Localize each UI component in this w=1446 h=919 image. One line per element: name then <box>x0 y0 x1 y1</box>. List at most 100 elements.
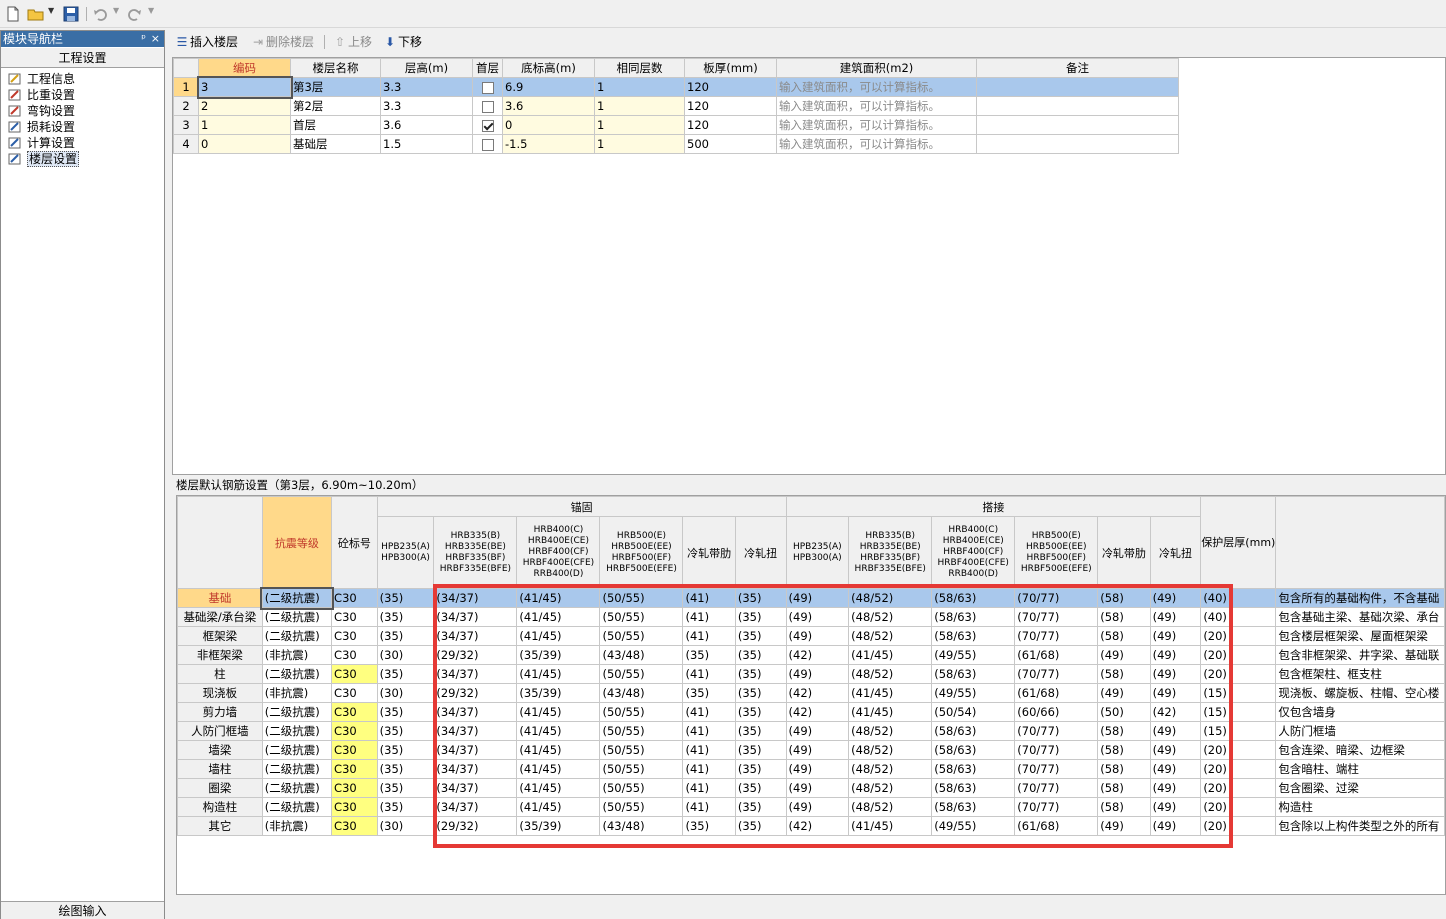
floor-cell-height[interactable]: 1.5 <box>380 134 473 154</box>
floor-cell-thick[interactable]: 120 <box>684 96 777 116</box>
floor-cell-first[interactable] <box>472 134 503 154</box>
anchorage-cell[interactable]: (34/37) <box>433 626 518 646</box>
lap-cell[interactable]: (49) <box>1149 721 1202 741</box>
lap-cell[interactable]: (49) <box>1097 645 1151 665</box>
floor-cell-base[interactable]: 3.6 <box>502 96 595 116</box>
anchor-grade-header[interactable]: 冷轧带肋 <box>682 516 736 589</box>
concrete-grade-cell[interactable]: C30 <box>331 816 378 836</box>
anchorage-cell[interactable]: (34/37) <box>433 740 518 760</box>
remarks-cell[interactable]: 仅包含墙身 <box>1275 702 1445 722</box>
anchorage-cell[interactable]: (50/55) <box>599 759 684 779</box>
anchorage-cell[interactable]: (35) <box>376 797 435 817</box>
lap-cell[interactable]: (61/68) <box>1014 645 1099 665</box>
anchorage-cell[interactable]: (41) <box>682 759 736 779</box>
floor-cell-name[interactable]: 第3层 <box>290 77 381 97</box>
new-file-icon[interactable] <box>4 5 22 23</box>
floor-cell-area[interactable]: 输入建筑面积，可以计算指标。 <box>776 77 977 97</box>
lap-cell[interactable]: (49/55) <box>931 816 1016 836</box>
concrete-grade-cell[interactable]: C30 <box>331 797 378 817</box>
anchorage-cell[interactable]: (41/45) <box>516 664 601 684</box>
lap-cell[interactable]: (49) <box>1097 683 1151 703</box>
lap-cell[interactable]: (49) <box>785 797 850 817</box>
lap-cell[interactable]: (48/52) <box>848 797 933 817</box>
seismic-grade-cell[interactable]: (二级抗震) <box>261 664 333 684</box>
rebar-row[interactable]: 基础梁/承台梁 (二级抗震) C30 (35) (34/37) (41/45) (50/55… <box>177 607 1445 627</box>
lap-cell[interactable]: (70/77) <box>1014 664 1099 684</box>
nav-item[interactable]: 楼层设置 <box>5 151 162 167</box>
floor-cell-name[interactable]: 第2层 <box>290 96 381 116</box>
anchorage-cell[interactable]: (35) <box>734 759 787 779</box>
lap-cell[interactable]: (58) <box>1097 664 1151 684</box>
anchorage-cell[interactable]: (29/32) <box>433 683 518 703</box>
lap-cell[interactable]: (70/77) <box>1014 740 1099 760</box>
seismic-grade-header[interactable]: 抗震等级 <box>261 496 333 589</box>
floor-row[interactable]: 2 2 第2层 3.3 3.6 1 120 输入建筑面积，可以计算指标。 <box>173 96 1179 116</box>
concrete-grade-cell[interactable]: C30 <box>331 740 378 760</box>
lap-cell[interactable]: (49) <box>1149 797 1202 817</box>
lap-cell[interactable]: (48/52) <box>848 626 933 646</box>
concrete-grade-cell[interactable]: C30 <box>331 721 378 741</box>
remarks-cell[interactable]: 包含连梁、暗梁、边框梁 <box>1275 740 1445 760</box>
anchorage-cell[interactable]: (35) <box>734 664 787 684</box>
cover-thickness-header[interactable]: 保护层厚(mm) <box>1200 496 1277 589</box>
remarks-cell[interactable]: 包含基础主梁、基础次梁、承台 <box>1275 607 1445 627</box>
cover-thickness-cell[interactable]: (20) <box>1200 816 1277 836</box>
floor-cell-first[interactable] <box>472 77 503 97</box>
lap-grade-header[interactable]: 冷轧带肋 <box>1097 516 1151 589</box>
rebar-row[interactable]: 人防门框墙 (二级抗震) C30 (35) (34/37) (41/45) (50/55)(… <box>177 721 1445 741</box>
seismic-grade-cell[interactable]: (二级抗震) <box>261 702 333 722</box>
concrete-grade-cell[interactable]: C30 <box>331 778 378 798</box>
remarks-cell[interactable]: 现浇板、螺旋板、柱帽、空心楼 <box>1275 683 1445 703</box>
cover-thickness-cell[interactable]: (40) <box>1200 607 1277 627</box>
seismic-grade-cell[interactable]: (二级抗震) <box>261 759 333 779</box>
lap-cell[interactable]: (58) <box>1097 588 1151 608</box>
lap-cell[interactable]: (58/63) <box>931 664 1016 684</box>
anchorage-cell[interactable]: (34/37) <box>433 721 518 741</box>
concrete-grade-cell[interactable]: C30 <box>331 683 378 703</box>
floor-cell-height[interactable]: 3.3 <box>380 77 473 97</box>
floor-cell-code[interactable]: 3 <box>196 75 293 99</box>
anchorage-cell[interactable]: (50/55) <box>599 721 684 741</box>
floor-row[interactable]: 4 0 基础层 1.5 -1.5 1 500 输入建筑面积，可以计算指标。 <box>173 134 1179 154</box>
undo-icon[interactable] <box>92 5 110 23</box>
lap-cell[interactable]: (49) <box>785 664 850 684</box>
floor-cell-code[interactable]: 0 <box>198 134 291 154</box>
lap-cell[interactable]: (58/63) <box>931 740 1016 760</box>
lap-grade-header[interactable]: 冷轧扭 <box>1149 516 1202 589</box>
floor-column-header[interactable]: 相同层数 <box>594 58 685 78</box>
lap-cell[interactable]: (58) <box>1097 797 1151 817</box>
lap-cell[interactable]: (58) <box>1097 740 1151 760</box>
concrete-grade-cell[interactable]: C30 <box>331 702 378 722</box>
lap-cell[interactable]: (58/63) <box>931 721 1016 741</box>
floor-cell-same[interactable]: 1 <box>594 134 685 154</box>
rebar-row[interactable]: 墙梁 (二级抗震) C30 (35) (34/37) (41/45) (50/55) (41)… <box>177 740 1445 760</box>
anchorage-cell[interactable]: (50/55) <box>599 702 684 722</box>
lap-cell[interactable]: (60/66) <box>1014 702 1099 722</box>
concrete-grade-header[interactable]: 砼标号 <box>331 496 378 589</box>
cover-thickness-cell[interactable]: (20) <box>1200 797 1277 817</box>
anchor-grade-header[interactable]: HPB235(A) HPB300(A) <box>376 516 435 589</box>
anchorage-cell[interactable]: (29/32) <box>433 816 518 836</box>
anchorage-cell[interactable]: (41/45) <box>516 797 601 817</box>
lap-cell[interactable]: (48/52) <box>848 759 933 779</box>
cover-thickness-cell[interactable]: (40) <box>1200 588 1277 608</box>
lap-cell[interactable]: (49) <box>1149 645 1202 665</box>
lap-cell[interactable]: (58/63) <box>931 797 1016 817</box>
anchorage-cell[interactable]: (35) <box>734 816 787 836</box>
pin-icon[interactable]: ᵖ <box>141 31 146 47</box>
lap-cell[interactable]: (48/52) <box>848 778 933 798</box>
lap-cell[interactable]: (49) <box>785 778 850 798</box>
anchorage-cell[interactable]: (35) <box>734 721 787 741</box>
lap-cell[interactable]: (41/45) <box>848 702 933 722</box>
floor-cell-same[interactable]: 1 <box>594 77 685 97</box>
lap-cell[interactable]: (70/77) <box>1014 721 1099 741</box>
anchorage-cell[interactable]: (34/37) <box>433 664 518 684</box>
seismic-grade-cell[interactable]: (二级抗震) <box>261 607 333 627</box>
anchorage-cell[interactable]: (41/45) <box>516 702 601 722</box>
floor-cell-area[interactable]: 输入建筑面积，可以计算指标。 <box>776 96 977 116</box>
delete-floor-button[interactable]: ⇥ 删除楼层 <box>250 32 314 52</box>
floor-cell-note[interactable] <box>976 77 1179 97</box>
floor-cell-thick[interactable]: 120 <box>684 115 777 135</box>
cover-thickness-cell[interactable]: (20) <box>1200 645 1277 665</box>
floor-cell-code[interactable]: 1 <box>198 115 291 135</box>
